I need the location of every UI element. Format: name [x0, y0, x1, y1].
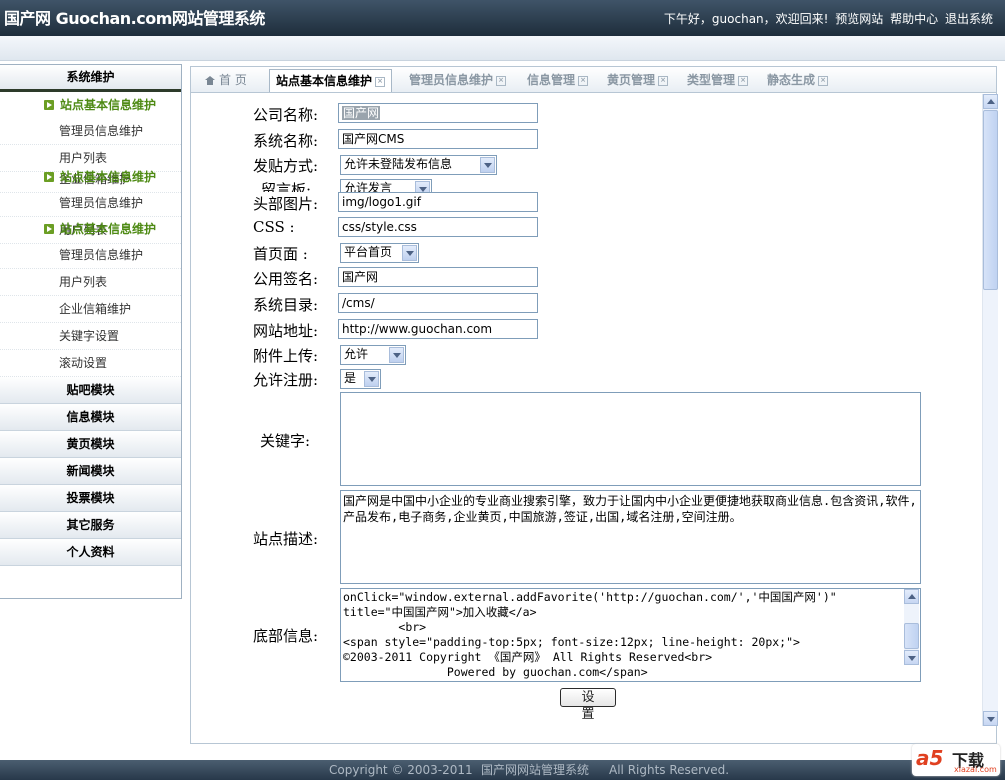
nav-section-news[interactable]: 新闻模块	[0, 458, 181, 485]
footer-rights: All Rights Reserved.	[609, 763, 730, 777]
scroll-up-icon[interactable]	[983, 94, 998, 109]
close-icon[interactable]: ×	[496, 75, 507, 86]
logout-link[interactable]: 退出系统	[945, 12, 993, 26]
registration-label: 允许注册:	[253, 371, 319, 389]
nav-section-vote[interactable]: 投票模块	[0, 485, 181, 512]
home-page-label: 首页面 :	[253, 245, 308, 263]
post-mode-label: 发贴方式:	[253, 157, 319, 175]
help-center-link[interactable]: 帮助中心	[890, 12, 938, 26]
nav-section-profile[interactable]: 个人资料	[0, 539, 181, 566]
description-textarea[interactable]: 国产网是中国中小企业的专业商业搜索引擎，致力于让国内中小企业更便捷地获取商业信息…	[340, 490, 921, 584]
close-icon[interactable]: ×	[658, 75, 669, 86]
message-board-label: 留言板:	[261, 181, 312, 192]
system-name-input[interactable]: 国产网CMS	[338, 129, 538, 149]
close-icon[interactable]: ×	[578, 75, 589, 86]
keywords-label: 关键字:	[260, 432, 311, 450]
home-page-select[interactable]: 平台首页	[340, 243, 419, 263]
tab-type-manage[interactable]: 类型管理 ×	[687, 69, 749, 91]
nav-item-enterprise-mail[interactable]: 企业信箱维护	[0, 296, 181, 323]
close-icon[interactable]: ×	[738, 75, 749, 86]
tab-home[interactable]: 首 页	[205, 69, 247, 91]
chevron-down-icon	[402, 245, 417, 261]
greeting-text: 下午好，guochan，欢迎回来!	[663, 12, 829, 26]
nav-group-title[interactable]: 站点基本信息维护	[0, 216, 181, 242]
css-input[interactable]: css/style.css	[338, 217, 538, 237]
home-icon	[205, 76, 215, 85]
nav-item-admin-info[interactable]: 管理员信息维护	[0, 118, 181, 145]
nav-section-forum[interactable]: 贴吧模块	[0, 377, 181, 404]
footer-info-label: 底部信息:	[253, 627, 319, 645]
system-name-label: 系统名称:	[253, 132, 319, 150]
footer-system: 国产网网站管理系统	[481, 763, 590, 777]
message-board-select[interactable]: 允许发言	[340, 179, 432, 192]
registration-select[interactable]: 是	[340, 369, 381, 389]
header-image-input[interactable]: img/logo1.gif	[338, 192, 538, 212]
tab-bar: 首 页 站点基本信息维护 × 管理员信息维护 × 信息管理 × 黄页管理 × 类型管理 ×…	[190, 66, 997, 95]
footer-info-textarea[interactable]: onClick="window.external.addFavorite('ht…	[340, 588, 921, 682]
scroll-down-icon[interactable]	[904, 650, 919, 665]
tab-admin-info[interactable]: 管理员信息维护 ×	[409, 69, 507, 91]
message-board-row: 留言板: 允许发言	[253, 178, 543, 192]
nav-group-title[interactable]: 站点基本信息维护	[0, 164, 181, 190]
close-icon[interactable]: ×	[818, 75, 829, 86]
watermark-brand: a5	[916, 746, 944, 770]
nav-section-other[interactable]: 其它服务	[0, 512, 181, 539]
tab-static-gen[interactable]: 静态生成 ×	[767, 69, 829, 91]
chevron-down-icon	[415, 181, 430, 192]
tab-yellowpages-manage[interactable]: 黄页管理 ×	[607, 69, 669, 91]
top-links: 下午好，guochan，欢迎回来! 预览网站 帮助中心 退出系统	[661, 10, 993, 27]
chevron-down-icon	[389, 347, 404, 363]
nav-section-yellowpages[interactable]: 黄页模块	[0, 431, 181, 458]
header-image-label: 头部图片:	[253, 195, 319, 213]
footer-info-wrapper: onClick="window.external.addFavorite('ht…	[340, 588, 921, 682]
scroll-down-icon[interactable]	[983, 711, 998, 726]
attachment-select[interactable]: 允许	[340, 345, 406, 365]
site-url-label: 网站地址:	[253, 322, 319, 340]
arrow-right-icon	[44, 100, 54, 110]
scroll-thumb[interactable]	[904, 623, 919, 649]
nav-item-user-list[interactable]: 用户列表	[0, 269, 181, 296]
preview-site-link[interactable]: 预览网站	[835, 12, 883, 26]
footer-info-scrollbar[interactable]	[904, 589, 919, 665]
close-icon[interactable]: ×	[375, 76, 386, 87]
system-dir-label: 系统目录:	[253, 296, 319, 314]
tab-info-manage[interactable]: 信息管理 ×	[527, 69, 589, 91]
arrow-right-icon	[44, 224, 54, 234]
signature-input[interactable]: 国产网	[338, 267, 538, 287]
system-dir-input[interactable]: /cms/	[338, 293, 538, 313]
company-name-label: 公司名称:	[253, 106, 319, 124]
nav-group-3: 站点基本信息维护 管理员信息维护 用户列表 企业信箱维护 关键字设置 滚动设置	[0, 216, 181, 377]
app-title: 国产网 Guochan.com网站管理系统	[4, 9, 265, 28]
sub-header-band	[0, 36, 1005, 61]
attachment-label: 附件上传:	[253, 347, 319, 365]
nav-item-scroll-settings[interactable]: 滚动设置	[0, 350, 181, 377]
scroll-thumb[interactable]	[983, 110, 998, 290]
signature-label: 公用签名:	[253, 270, 319, 288]
site-url-input[interactable]: http://www.guochan.com	[338, 319, 538, 339]
chevron-down-icon	[364, 371, 379, 387]
nav-section-system[interactable]: 系统维护	[0, 65, 181, 92]
submit-button[interactable]: 设 置	[560, 688, 616, 722]
description-label: 站点描述:	[253, 530, 319, 548]
scroll-up-icon[interactable]	[904, 589, 919, 604]
top-header: 国产网 Guochan.com网站管理系统 下午好，guochan，欢迎回来! …	[0, 0, 1005, 36]
footer-copyright: Copyright © 2003-2011	[329, 763, 473, 777]
nav-item-admin-info[interactable]: 管理员信息维护	[0, 242, 181, 269]
keywords-textarea[interactable]	[340, 392, 921, 486]
left-nav: 系统维护 站点基本信息维护 管理员信息维护 用户列表 企业信箱维护 站点基本信息…	[0, 64, 182, 599]
nav-group-title[interactable]: 站点基本信息维护	[0, 92, 181, 118]
watermark-logo: a5 下载 xiazai.com	[912, 744, 1000, 776]
footer: Copyright © 2003-2011 国产网网站管理系统 All Righ…	[0, 760, 1005, 780]
post-mode-select[interactable]: 允许未登陆发布信息	[340, 155, 497, 175]
nav-section-info[interactable]: 信息模块	[0, 404, 181, 431]
company-name-input[interactable]: 国产网	[338, 103, 538, 123]
css-label: CSS :	[253, 218, 295, 236]
arrow-right-icon	[44, 172, 54, 182]
nav-item-admin-info[interactable]: 管理员信息维护	[0, 190, 181, 217]
chevron-down-icon	[480, 157, 495, 173]
nav-item-keyword-settings[interactable]: 关键字设置	[0, 323, 181, 350]
watermark-site: xiazai.com	[954, 765, 997, 774]
main-scrollbar[interactable]	[982, 94, 998, 726]
